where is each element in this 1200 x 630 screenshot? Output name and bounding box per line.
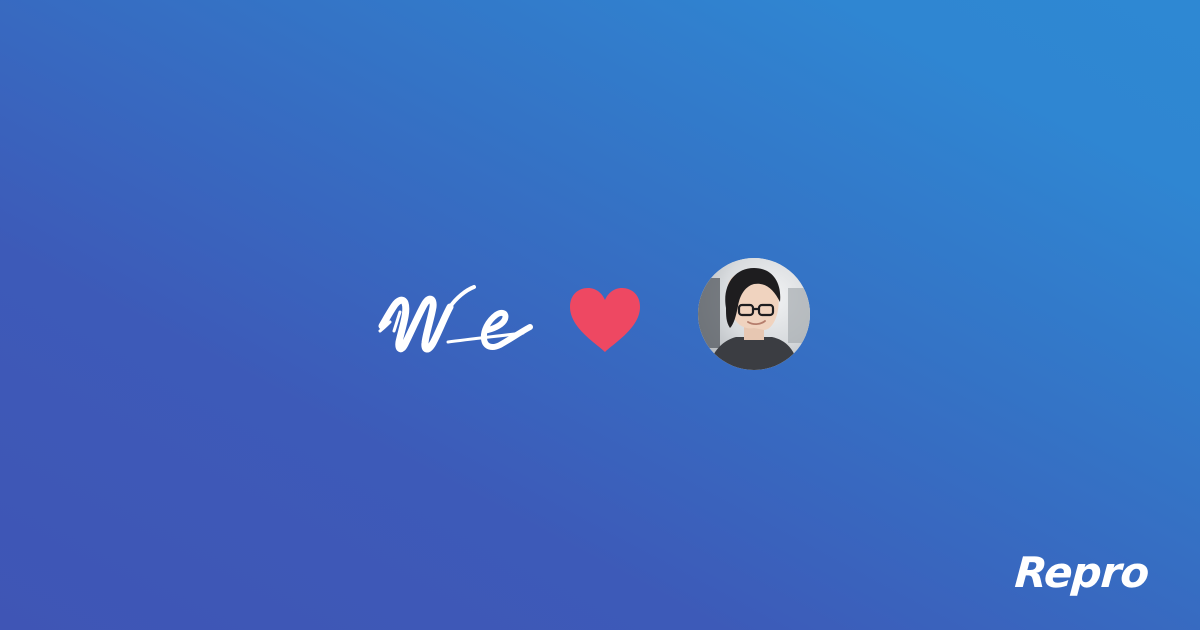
we-script-logo: We <box>378 285 533 353</box>
heart-icon <box>570 288 640 352</box>
person-photo <box>698 258 810 370</box>
banner-canvas: We <box>0 0 1200 630</box>
person-photo-avatar <box>698 258 810 370</box>
repro-brand-logo: Repro <box>1012 548 1150 597</box>
